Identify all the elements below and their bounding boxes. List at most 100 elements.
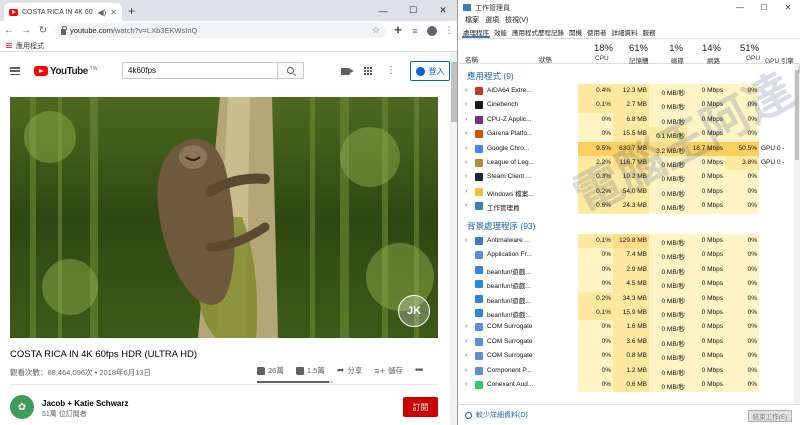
apps-icon[interactable]	[364, 67, 372, 75]
search-input[interactable]: 4k60fps	[122, 62, 278, 79]
bookmark-star-icon[interactable]: ☆	[372, 25, 380, 36]
expand-chevron-icon[interactable]: ›	[465, 130, 467, 137]
scrollbar-thumb[interactable]	[451, 62, 457, 122]
process-row[interactable]: › Garena Platfo... 0% 15.5 MB 0.1 MB/秒 0 Mbps…	[459, 127, 800, 142]
expand-chevron-icon[interactable]: ›	[465, 352, 467, 359]
process-row[interactable]: › COM Surrogate 0% 0.8 MB 0 MB/秒 0 Mbps 0%	[459, 349, 800, 364]
settings-more-icon[interactable]: ⋮	[386, 66, 396, 76]
expand-chevron-icon[interactable]: ›	[465, 145, 467, 152]
save-button[interactable]: ≡+ 儲存	[374, 365, 403, 376]
reading-list-icon[interactable]: ≡	[410, 26, 420, 36]
process-row[interactable]: › AIDA64 Extre... 0.4% 12.3 MB 0 MB/秒 0 Mbps 0…	[459, 84, 800, 99]
col-name[interactable]: 名稱	[465, 54, 478, 64]
address-bar[interactable]: youtube.com/watch?v=LXb3EKWsInQ ☆	[55, 23, 386, 38]
tab-users[interactable]: 使用者	[586, 26, 608, 38]
col-gpu-engine[interactable]: GPU 引擎	[765, 55, 794, 65]
tab-app-history[interactable]: 應用程式歷程記錄	[511, 26, 565, 38]
col-status[interactable]: 狀態	[539, 54, 552, 64]
process-row[interactable]: beanfun!遊戲... 0% 4.5 MB 0 MB/秒 0 Mbps 0%	[459, 277, 800, 292]
share-button[interactable]: ➦ 分享	[337, 365, 363, 376]
end-task-button[interactable]: 結束工作(E)	[748, 410, 792, 422]
gpu-summary[interactable]: 51%	[725, 43, 759, 54]
reload-icon[interactable]: ↻	[38, 25, 48, 36]
expand-chevron-icon[interactable]: ›	[465, 101, 467, 108]
process-row[interactable]: beanfun!遊戲... 0% 2.9 MB 0 MB/秒 0 Mbps 0%	[459, 262, 800, 278]
tab-processes[interactable]: 處理程序	[462, 26, 490, 38]
group-background[interactable]: 背景處理程序 (93)	[467, 220, 535, 232]
forward-icon[interactable]: →	[21, 25, 31, 36]
page-scrollbar[interactable]	[450, 52, 457, 425]
speaker-icon[interactable]: ◀)	[97, 8, 106, 17]
process-row[interactable]: › COM Surrogate 0% 3.6 MB 0 MB/秒 0 Mbps 0%	[459, 334, 800, 350]
tab-startup[interactable]: 開機	[568, 26, 583, 38]
expand-chevron-icon[interactable]: ›	[465, 116, 467, 123]
process-row[interactable]: beanfun!遊戲... 0.2% 34.3 MB 0 MB/秒 0 Mbps 0%	[459, 291, 800, 306]
col-disk[interactable]: 磁碟	[671, 55, 684, 65]
expand-chevron-icon[interactable]: ›	[465, 323, 467, 330]
expand-chevron-icon[interactable]: ›	[465, 202, 467, 209]
tm-scrollbar[interactable]	[794, 64, 800, 404]
tab-youtube[interactable]: COSTA RICA IN 4K 60fps H ◀) ✕	[4, 3, 122, 21]
signin-button[interactable]: 登入	[410, 61, 450, 81]
col-cpu[interactable]: CPU	[595, 55, 609, 62]
more-actions-icon[interactable]: •••	[415, 365, 423, 376]
process-row[interactable]: beanfun!遊戲... 0.1% 15.9 MB 0 MB/秒 0 Mbps 0%	[459, 306, 800, 321]
tm-scrollbar-thumb[interactable]	[795, 70, 799, 160]
new-tab-icon[interactable]: +	[128, 4, 135, 18]
group-apps[interactable]: 應用程式 (9)	[467, 70, 514, 82]
memory-summary[interactable]: 61%	[614, 43, 648, 54]
profile-avatar-icon[interactable]	[427, 25, 437, 36]
close-icon[interactable]: ✕	[428, 0, 457, 21]
search-button[interactable]	[278, 62, 304, 79]
menu-file[interactable]: 檔案	[465, 15, 479, 26]
extension-icon[interactable]: ✚	[393, 25, 403, 36]
cpu-summary[interactable]: 18%	[579, 43, 613, 54]
col-network[interactable]: 網路	[707, 55, 720, 65]
expand-chevron-icon[interactable]: ›	[465, 159, 467, 166]
network-summary[interactable]: 14%	[687, 43, 721, 54]
lock-icon[interactable]	[61, 25, 67, 35]
process-row[interactable]: › Windows 檔案... 0.2% 54.0 MB 0 MB/秒 0 Mbps 0%	[459, 184, 800, 200]
expand-chevron-icon[interactable]: ›	[465, 237, 467, 244]
expand-chevron-icon[interactable]: ›	[465, 338, 467, 345]
fewer-details-link[interactable]: 較少詳細資料(D)	[476, 410, 528, 420]
expand-chevron-icon[interactable]: ›	[465, 367, 467, 374]
disk-summary[interactable]: 1%	[649, 43, 683, 54]
process-row[interactable]: Application Fr... 0% 7.4 MB 0 MB/秒 0 Mbps 0%	[459, 248, 800, 263]
process-row[interactable]: › Steam Client ... 0.3% 10.2 MB 0 MB/秒 0 Mbps…	[459, 170, 800, 185]
tab-services[interactable]: 服務	[642, 26, 657, 38]
subscribe-button[interactable]: 訂閱	[403, 397, 438, 417]
tab-performance[interactable]: 效能	[493, 26, 508, 38]
process-row[interactable]: › Component P... 0% 1.2 MB 0 MB/秒 0 Mbps 0%	[459, 363, 800, 378]
expand-chevron-icon[interactable]: ›	[465, 381, 467, 388]
maximize-icon[interactable]: ☐	[398, 0, 428, 21]
process-row[interactable]: › Cinebench 0.1% 2.7 MB 0 MB/秒 0 Mbps 0%	[459, 98, 800, 113]
col-memory[interactable]: 記憶體	[629, 55, 649, 65]
process-row[interactable]: › Antimalware ... 0.1% 129.8 MB 0 MB/秒 0 Mbps…	[459, 234, 800, 249]
back-icon[interactable]: ←	[4, 25, 14, 36]
minimize-icon[interactable]: —	[368, 0, 398, 21]
expand-chevron-icon[interactable]: ›	[465, 87, 467, 94]
col-gpu[interactable]: GPU	[746, 55, 760, 62]
tab-details[interactable]: 詳細資料	[611, 26, 639, 38]
process-row[interactable]: › Conexant Aud... 0% 0.6 MB 0 MB/秒 0 Mbps 0%	[459, 378, 800, 393]
chevron-up-icon[interactable]	[465, 411, 472, 419]
tm-minimize-icon[interactable]: —	[728, 0, 752, 15]
create-video-icon[interactable]	[341, 67, 354, 75]
menu-options[interactable]: 選項	[485, 15, 499, 26]
apps-grid-icon[interactable]	[6, 42, 12, 49]
expand-chevron-icon[interactable]: ›	[465, 173, 467, 180]
tm-close-icon[interactable]: ✕	[776, 0, 800, 15]
like-button[interactable]: 26萬	[257, 365, 284, 376]
process-row[interactable]: › CPU-Z Applic... 0% 6.8 MB 0 MB/秒 0 Mbps 0%	[459, 112, 800, 128]
process-row[interactable]: › 工作管理員 0.6% 24.3 MB 0 MB/秒 0 Mbps 0%	[459, 199, 800, 214]
expand-chevron-icon[interactable]: ›	[465, 188, 467, 195]
youtube-logo[interactable]: YouTube TW	[34, 66, 98, 77]
chrome-menu-icon[interactable]: ⋮	[444, 25, 454, 36]
process-row[interactable]: › Google Chro... 9.5% 630.7 MB 3.2 MB/秒 18.7 …	[459, 141, 800, 156]
dislike-button[interactable]: 1.5萬	[295, 365, 325, 376]
process-row[interactable]: › League of Leg... 2.2% 116.7 MB 0 MB/秒 0 Mbp…	[459, 156, 800, 171]
channel-avatar[interactable]: ✿	[10, 395, 34, 419]
menu-view[interactable]: 檢視(V)	[505, 15, 528, 26]
bookmark-apps[interactable]: 應用程式	[16, 41, 44, 51]
